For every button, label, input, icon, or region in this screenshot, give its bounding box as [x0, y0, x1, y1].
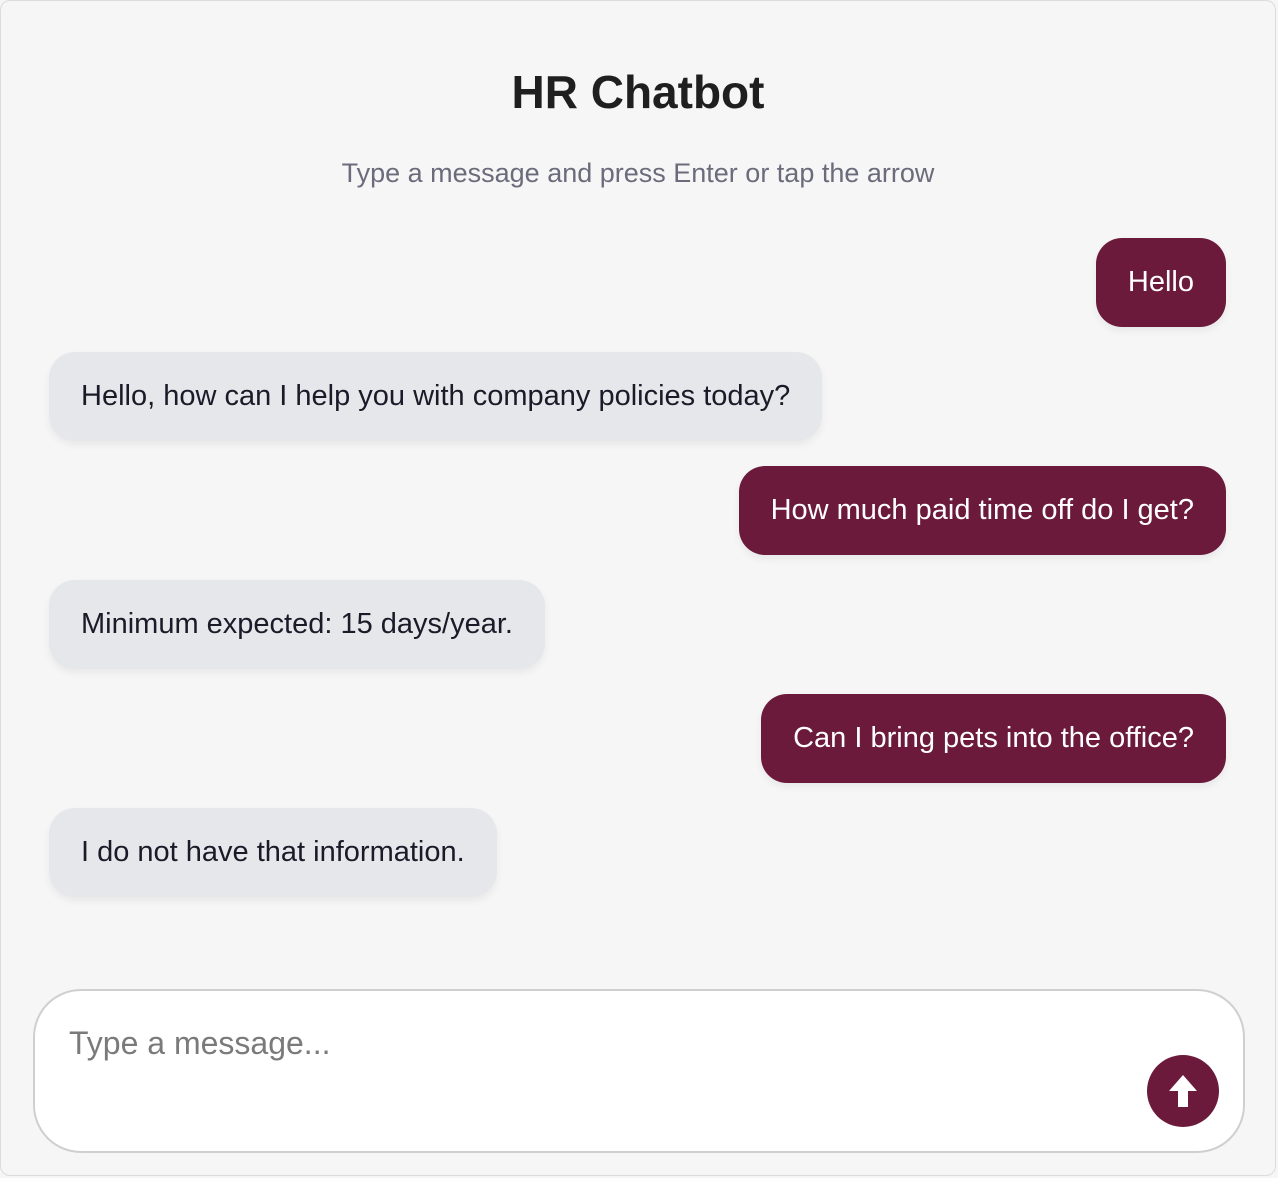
chat-window: HR Chatbot Type a message and press Ente…: [0, 0, 1276, 1176]
arrow-up-icon: [1169, 1075, 1197, 1107]
bot-message-bubble: Hello, how can I help you with company p…: [49, 352, 823, 441]
message-composer: [33, 989, 1245, 1153]
page-subtitle: Type a message and press Enter or tap th…: [341, 158, 935, 188]
message-input[interactable]: [69, 1025, 1129, 1115]
bot-message-bubble: I do not have that information.: [49, 808, 497, 897]
page-title: HR Chatbot: [511, 66, 765, 118]
send-button[interactable]: [1147, 1055, 1219, 1127]
bot-message-bubble: Minimum expected: 15 days/year.: [49, 580, 545, 669]
user-message-bubble: Can I bring pets into the office?: [761, 694, 1226, 783]
user-message-bubble: How much paid time off do I get?: [738, 466, 1226, 555]
user-message-bubble: Hello: [1095, 238, 1226, 327]
